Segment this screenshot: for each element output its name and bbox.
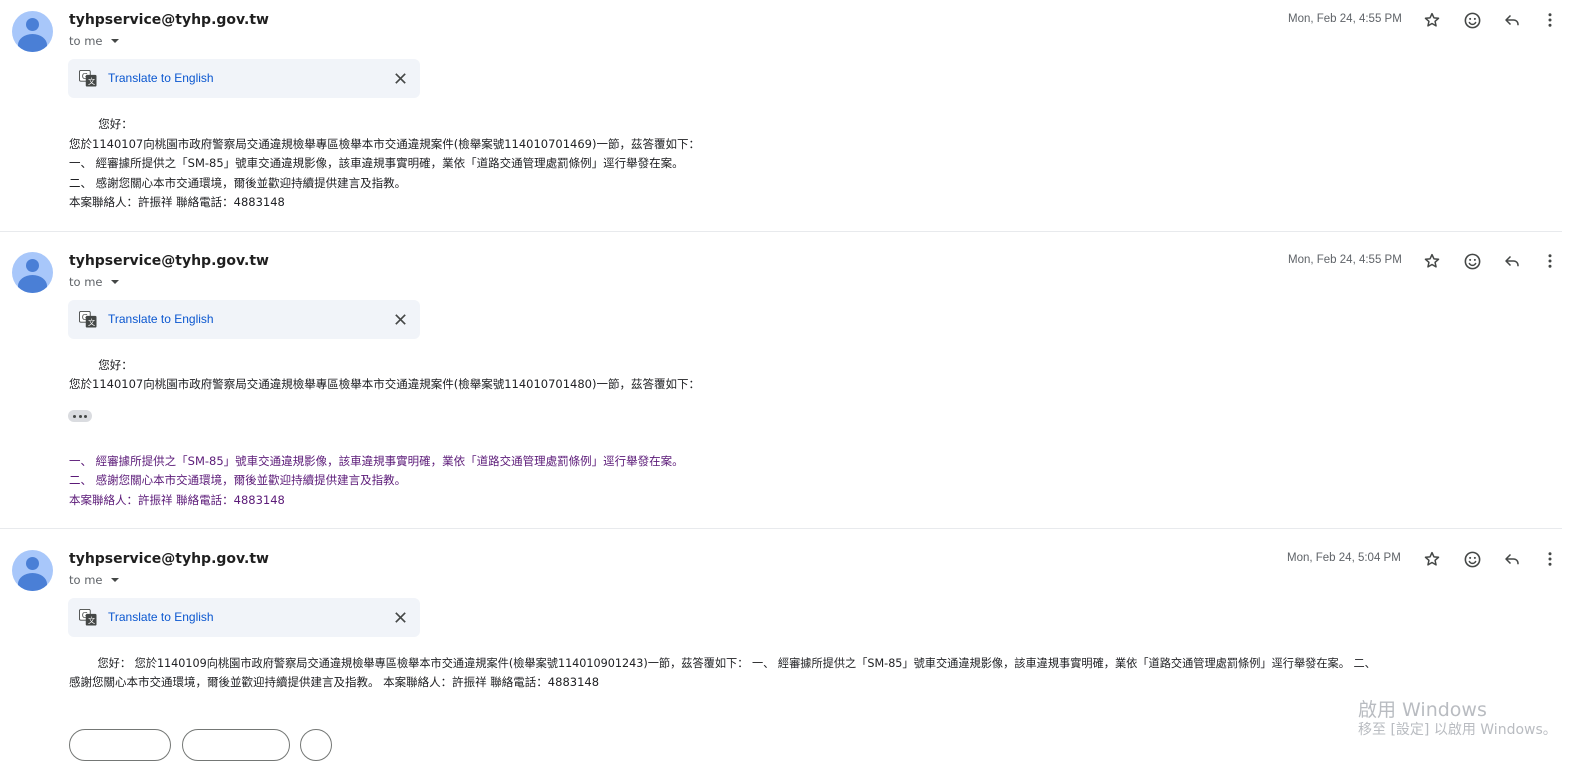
- close-icon[interactable]: [393, 71, 408, 86]
- recipient-toggle[interactable]: to me: [69, 275, 120, 289]
- body-line: 一、 經審據所提供之「SM-85」號車交通違規影像，該車違規事實明確，業依「道路…: [69, 156, 684, 170]
- avatar[interactable]: [12, 252, 53, 293]
- translate-bar: G文 Translate to English: [68, 59, 420, 98]
- sender-name[interactable]: tyhpservice@tyhp.gov.tw: [69, 12, 269, 28]
- body-line: 您好：: [69, 358, 133, 372]
- emoji-chip[interactable]: [300, 729, 332, 761]
- recipient-label: to me: [69, 573, 103, 587]
- svg-text:文: 文: [88, 77, 95, 86]
- star-icon[interactable]: [1420, 249, 1444, 273]
- translate-link[interactable]: Translate to English: [108, 71, 214, 85]
- recipient-toggle[interactable]: to me: [69, 573, 120, 587]
- close-icon[interactable]: [393, 312, 408, 327]
- body-line: 您於1140107向桃園市政府警察局交通違規檢舉專區檢舉本市交通違規案件(檢舉案…: [69, 377, 700, 391]
- reply-icon[interactable]: [1500, 8, 1524, 32]
- recipient-toggle[interactable]: to me: [69, 34, 120, 48]
- body-line: 二、 感謝您關心本市交通環境，爾後並歡迎持續提供建言及指教。: [69, 176, 407, 190]
- more-vert-icon[interactable]: [1538, 547, 1562, 571]
- quoted-line: 本案聯絡人：許振祥 聯絡電話：4883148: [69, 493, 285, 507]
- translate-bar: G文 Translate to English: [68, 300, 420, 339]
- recipient-label: to me: [69, 275, 103, 289]
- translate-link[interactable]: Translate to English: [108, 312, 214, 326]
- reply-icon[interactable]: [1500, 547, 1524, 571]
- body-line: 本案聯絡人：許振祥 聯絡電話：4883148: [69, 195, 285, 209]
- translate-icon: G文: [79, 70, 97, 87]
- emoji-icon[interactable]: [1460, 8, 1484, 32]
- body-line: 您好： 您於1140109向桃園市政府警察局交通違規檢舉專區檢舉本市交通違規案件…: [69, 657, 1376, 670]
- message-date: Mon, Feb 24, 5:04 PM: [1287, 552, 1401, 564]
- caret-down-icon: [111, 280, 120, 284]
- message-divider: [0, 231, 1562, 232]
- windows-activation-subtitle: 移至 [設定] 以啟用 Windows。: [1358, 722, 1557, 738]
- reply-icon[interactable]: [1500, 249, 1524, 273]
- quoted-line: 二、 感謝您關心本市交通環境，爾後並歡迎持續提供建言及指教。: [69, 473, 407, 487]
- more-vert-icon[interactable]: [1538, 249, 1562, 273]
- star-icon[interactable]: [1420, 547, 1444, 571]
- emoji-icon[interactable]: [1460, 547, 1484, 571]
- avatar[interactable]: [12, 550, 53, 591]
- translate-link[interactable]: Translate to English: [108, 610, 214, 624]
- emoji-icon[interactable]: [1460, 249, 1484, 273]
- more-vert-icon[interactable]: [1538, 8, 1562, 32]
- svg-text:文: 文: [88, 318, 95, 327]
- translate-bar: G文 Translate to English: [68, 598, 420, 637]
- translate-icon: G文: [79, 311, 97, 328]
- message-date: Mon, Feb 24, 4:55 PM: [1288, 254, 1402, 266]
- message-date: Mon, Feb 24, 4:55 PM: [1288, 13, 1402, 25]
- sender-name[interactable]: tyhpservice@tyhp.gov.tw: [69, 551, 269, 567]
- body-line: 您好：: [69, 117, 133, 131]
- body-line: 感謝您關心本市交通環境，爾後並歡迎持續提供建言及指教。 本案聯絡人：許振祥 聯絡…: [69, 675, 600, 689]
- forward-chip[interactable]: [182, 729, 290, 761]
- windows-activation-title: 啟用 Windows: [1358, 699, 1487, 721]
- reply-chip[interactable]: [69, 729, 171, 761]
- caret-down-icon: [111, 578, 120, 582]
- recipient-label: to me: [69, 34, 103, 48]
- show-trimmed-content-button[interactable]: [68, 410, 92, 422]
- body-line: 您於1140107向桃園市政府警察局交通違規檢舉專區檢舉本市交通違規案件(檢舉案…: [69, 137, 700, 151]
- svg-text:文: 文: [88, 616, 95, 625]
- caret-down-icon: [111, 39, 120, 43]
- close-icon[interactable]: [393, 610, 408, 625]
- sender-name[interactable]: tyhpservice@tyhp.gov.tw: [69, 253, 269, 269]
- quoted-line: 一、 經審據所提供之「SM-85」號車交通違規影像，該車違規事實明確，業依「道路…: [69, 454, 684, 468]
- message-divider: [0, 528, 1562, 529]
- avatar[interactable]: [12, 11, 53, 52]
- translate-icon: G文: [79, 609, 97, 626]
- star-icon[interactable]: [1420, 8, 1444, 32]
